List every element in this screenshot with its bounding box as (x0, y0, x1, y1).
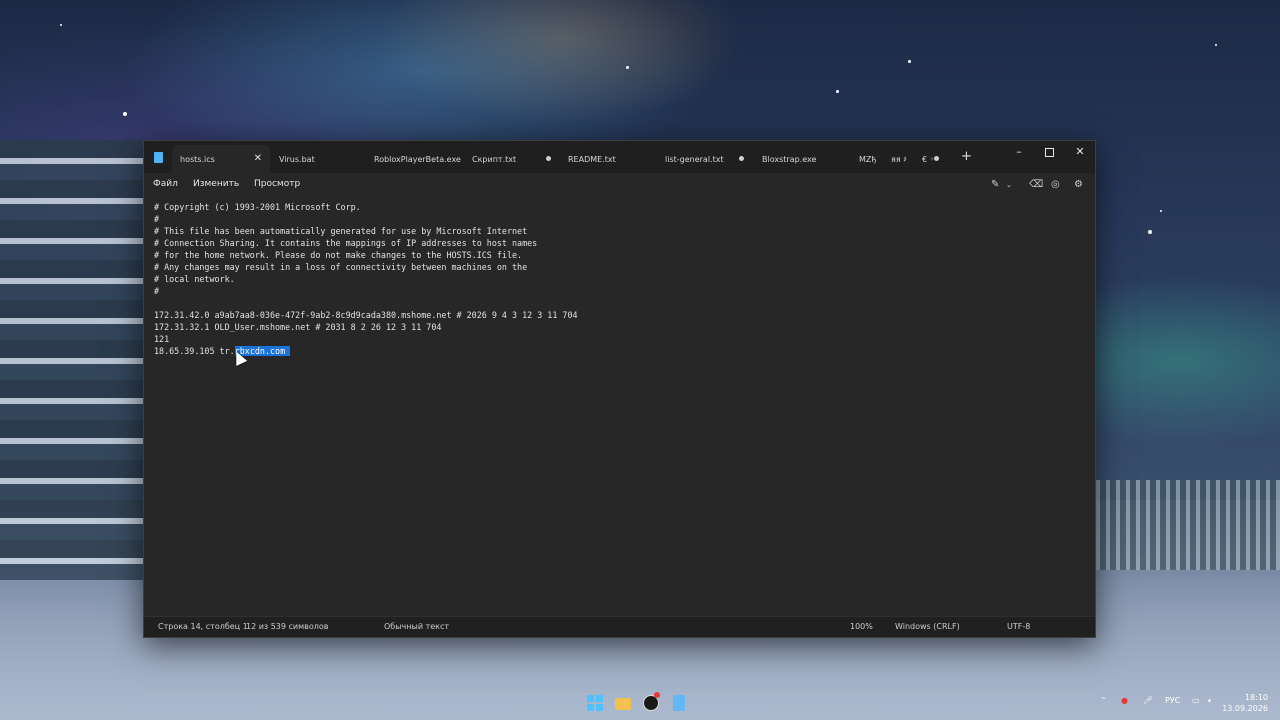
notepad-window: hosts.ics ✕ Virus.bat RobloxPlayerBeta.e… (143, 140, 1096, 638)
chevron-up-icon[interactable]: ⌃ (1100, 696, 1107, 705)
tab-label: RobloxPlayerBeta.exe (374, 154, 461, 164)
snowflake (1148, 230, 1152, 234)
tab-label: hosts.ics (180, 154, 215, 164)
unsaved-dot-icon (934, 156, 939, 161)
network-icon[interactable]: ▭ (1192, 696, 1200, 705)
clock-date: 13.09.2026 (1222, 704, 1268, 713)
tab-label: яя ♯ (891, 154, 908, 164)
copilot-icon[interactable]: ✎ (991, 179, 999, 190)
editor-line: # (154, 286, 160, 296)
tab-label: MZђ (859, 154, 877, 164)
maximize-button[interactable] (1035, 145, 1063, 161)
microphone-icon[interactable]: 🎤︎ (1143, 696, 1153, 705)
chevron-down-icon[interactable]: ⌄ (1006, 181, 1012, 189)
close-window-button[interactable]: ✕ (1066, 145, 1094, 161)
menu-edit[interactable]: Изменить (193, 179, 239, 189)
tab-mz[interactable]: MZђ (851, 145, 876, 173)
maximize-icon (1044, 148, 1054, 157)
editor-line: # Connection Sharing. It contains the ma… (154, 238, 538, 248)
editor-line-current: 18.65.39.105 tr.rbxcdn.com (154, 345, 1085, 357)
snowflake (1215, 44, 1217, 46)
tab-script-txt[interactable]: Скрипт.txt (464, 145, 516, 173)
tab-label: Virus.bat (279, 154, 315, 164)
text-editor[interactable]: # Copyright (c) 1993-2001 Microsoft Corp… (154, 201, 1085, 607)
snowy-trees-left (0, 140, 150, 580)
zoom-level[interactable]: 100% (850, 622, 873, 631)
snowflake (1160, 210, 1162, 212)
tab-readme-txt[interactable]: README.txt (560, 145, 616, 173)
tab-label: Скрипт.txt (472, 154, 517, 164)
editor-line: # Any changes may result in a loss of co… (154, 262, 528, 272)
tab-bloxstrap-exe[interactable]: Bloxstrap.exe (754, 145, 816, 173)
minimize-button[interactable]: – (1005, 145, 1033, 161)
tab-binary-2[interactable]: € ◦ (914, 145, 934, 173)
tab-label: README.txt (568, 154, 616, 164)
settings-icon[interactable]: ⚙ (1074, 179, 1083, 190)
tab-hosts-ics[interactable]: hosts.ics ✕ (172, 145, 270, 173)
tab-label: list-general.txt (665, 154, 724, 164)
snowflake (626, 66, 629, 69)
unsaved-dot-icon (546, 156, 551, 161)
clock-time: 18:10 (1244, 693, 1268, 702)
snowflake (836, 90, 839, 93)
editor-line: # (154, 214, 160, 224)
account-icon[interactable]: ◎ (1051, 179, 1060, 190)
editor-line: # local network. (154, 274, 235, 284)
taskbar (586, 692, 688, 714)
tab-label: Bloxstrap.exe (762, 154, 817, 164)
record-icon[interactable]: ● (1121, 696, 1128, 705)
file-explorer-icon[interactable] (614, 694, 632, 712)
editor-line: # This file has been automatically gener… (154, 226, 528, 236)
editor-line: 172.31.42.0 a9ab7aa8-036e-472f-9ab2-8c9d… (154, 310, 578, 320)
editor-line: 172.31.32.1 OLD_User.mshome.net # 2031 8… (154, 322, 442, 332)
new-tab-button[interactable]: + (961, 149, 972, 164)
ink-icon[interactable]: ⌫ (1029, 179, 1043, 190)
close-tab-icon[interactable]: ✕ (254, 153, 262, 164)
language-indicator[interactable]: РУС (1165, 696, 1180, 705)
menu-bar: Файл Изменить Просмотр ✎ ⌄ ⌫ ◎ ⚙ (144, 173, 1095, 197)
notepad-taskbar-icon[interactable] (670, 694, 688, 712)
obs-icon[interactable] (642, 692, 660, 712)
tab-list-general[interactable]: list-general.txt (657, 145, 724, 173)
tab-label: € ◦ (922, 154, 935, 164)
tab-virus-bat[interactable]: Virus.bat (271, 145, 315, 173)
snowflake (908, 60, 911, 63)
editor-line: 121 (154, 334, 170, 344)
status-bar: Строка 14, столбец 1 12 из 539 символов … (144, 616, 1095, 637)
tab-binary-1[interactable]: яя ♯ (883, 145, 907, 173)
snowflake (60, 24, 62, 26)
menu-view[interactable]: Просмотр (254, 179, 300, 189)
tab-roblox-player[interactable]: RobloxPlayerBeta.exe (366, 145, 461, 173)
system-clock[interactable]: 18:10 13.09.2026 (1222, 692, 1268, 714)
snowy-bush-right (1090, 480, 1280, 570)
line-text: 18.65.39.105 tr. (154, 346, 235, 356)
menu-file[interactable]: Файл (153, 179, 178, 189)
selection-count: 12 из 539 символов (246, 622, 329, 631)
editor-line: # Copyright (c) 1993-2001 Microsoft Corp… (154, 202, 361, 212)
line-ending[interactable]: Windows (CRLF) (895, 622, 960, 631)
windows-start-icon[interactable] (586, 694, 604, 712)
title-bar: hosts.ics ✕ Virus.bat RobloxPlayerBeta.e… (144, 141, 1095, 173)
unsaved-dot-icon (739, 156, 744, 161)
editor-line: # for the home network. Please do not ma… (154, 250, 523, 260)
text-format: Обычный текст (384, 622, 450, 631)
volume-icon[interactable]: 🔈︎ (1208, 696, 1213, 706)
encoding[interactable]: UTF-8 (1007, 622, 1030, 631)
snowflake (123, 112, 127, 116)
notepad-icon (154, 152, 163, 163)
cursor-position: Строка 14, столбец 1 (158, 622, 248, 631)
